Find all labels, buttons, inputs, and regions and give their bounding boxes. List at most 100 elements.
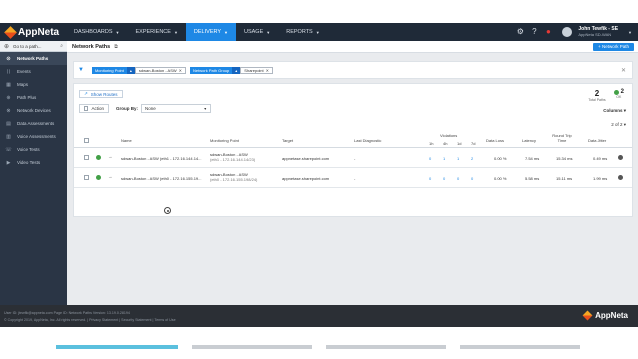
path-search[interactable]: ⊕ Go to a path... ⌕ bbox=[0, 41, 67, 52]
close-icon[interactable]: ✕ bbox=[179, 68, 182, 73]
violations-4h[interactable]: 0 bbox=[443, 176, 445, 181]
filter-key: Network Path Group bbox=[190, 66, 233, 74]
more-options-icon[interactable] bbox=[618, 155, 623, 160]
footer-copyright: © Copyright 2019, AppNeta, Inc. All righ… bbox=[4, 318, 176, 322]
violations-7d[interactable]: 0 bbox=[471, 176, 473, 181]
col-data-jitter[interactable]: Data Jitter bbox=[588, 138, 606, 143]
table-header: Name Monitoring Point Target Last Diagno… bbox=[74, 132, 632, 148]
path-icon: ⊕ bbox=[4, 43, 10, 50]
violations-4h[interactable]: 1 bbox=[443, 156, 445, 161]
progress-segment[interactable] bbox=[192, 345, 312, 349]
col-violations-4h[interactable]: 4h bbox=[443, 141, 447, 146]
show-routes-button[interactable]: ↗ Show Routes bbox=[79, 90, 123, 98]
col-violations-1d[interactable]: 1d bbox=[457, 141, 461, 146]
col-data-loss[interactable]: Data Loss bbox=[486, 138, 504, 143]
nav-experience-label: EXPERIENCE bbox=[135, 29, 171, 35]
violations-1h[interactable]: 0 bbox=[429, 156, 431, 161]
nav-experience[interactable]: EXPERIENCE ▼ bbox=[127, 23, 185, 41]
path-name[interactable]: sdwan-Boston - ASW (eth1 - 172.16.144.14… bbox=[121, 156, 202, 161]
more-options-icon[interactable] bbox=[618, 175, 623, 180]
chevron-down-icon: ▼ bbox=[173, 29, 178, 35]
violations-1d[interactable]: 0 bbox=[457, 176, 459, 181]
filter-icon[interactable]: ▼ bbox=[78, 67, 84, 73]
sidebar-item-label: Voice Assessments bbox=[17, 134, 56, 139]
col-target[interactable]: Target bbox=[282, 138, 293, 143]
target: appnetase.sharepoint.com bbox=[282, 176, 330, 181]
row-checkbox[interactable] bbox=[84, 175, 89, 180]
filter-key: Monitoring Point bbox=[91, 66, 127, 74]
nav-delivery[interactable]: DELIVERY ▼ bbox=[185, 23, 236, 41]
mp-interface: (eth1 - 172.16.144.14/23) bbox=[210, 157, 256, 162]
gear-icon[interactable]: ⚙ bbox=[516, 28, 524, 36]
sidebar-item-network-paths[interactable]: ⊙ Network Paths bbox=[0, 52, 67, 65]
ok-paths[interactable]: 2 OK bbox=[613, 89, 624, 102]
sidebar: ⊕ Go to a path... ⌕ ⊙ Network Paths ⟨⟩ Eve… bbox=[0, 41, 67, 305]
alert-icon[interactable]: ● bbox=[544, 28, 552, 36]
sidebar-item-path-plus[interactable]: ⊕ Path Plus bbox=[0, 91, 67, 104]
violations-1d[interactable]: 1 bbox=[457, 156, 459, 161]
top-nav-bar: AppNeta DASHBOARDS ▼ EXPERIENCE ▼ DELIVERY… bbox=[0, 23, 638, 41]
nav-dashboards[interactable]: DASHBOARDS ▼ bbox=[66, 23, 127, 41]
col-violations-7d[interactable]: 7d bbox=[471, 141, 475, 146]
progress-segment[interactable] bbox=[460, 345, 580, 349]
user-menu[interactable]: John Tewfik - SE AppNeta SD-WAN bbox=[578, 26, 618, 38]
columns-menu[interactable]: Columns ▾ bbox=[603, 108, 626, 114]
filter-operator-icon[interactable]: ▴ bbox=[232, 66, 241, 74]
brand-logo[interactable]: AppNeta bbox=[0, 25, 66, 39]
chevron-down-icon: ▼ bbox=[266, 29, 271, 35]
select-all-checkbox[interactable] bbox=[84, 106, 89, 111]
close-icon[interactable]: ✕ bbox=[266, 68, 269, 73]
chevron-down-icon[interactable]: ▼ bbox=[628, 30, 632, 35]
group-by-value: None bbox=[145, 106, 156, 111]
violations-7d[interactable]: 2 bbox=[471, 156, 473, 161]
col-monitoring-point[interactable]: Monitoring Point bbox=[210, 138, 239, 143]
voice-tests-icon: ☏ bbox=[5, 146, 12, 153]
row-checkbox[interactable] bbox=[84, 155, 89, 160]
bookmark-icon[interactable]: ⧉ bbox=[114, 44, 118, 50]
footer-logo: AppNeta bbox=[582, 310, 628, 321]
total-paths: 2 Total Paths bbox=[588, 89, 605, 102]
new-network-path-button[interactable]: + Network Path bbox=[593, 42, 634, 51]
filter-value[interactable]: Sharepoint ✕ bbox=[240, 66, 274, 74]
col-name[interactable]: Name bbox=[121, 138, 132, 143]
table-row[interactable]: → sdwan-Boston - ASW (eth0 - 172.16.155.… bbox=[74, 168, 632, 188]
nav-reports[interactable]: REPORTS ▼ bbox=[278, 23, 327, 41]
sidebar-item-voice-tests[interactable]: ☏ Voice Tests bbox=[0, 143, 67, 156]
status-ok-icon bbox=[96, 175, 101, 180]
header-checkbox[interactable] bbox=[84, 138, 89, 143]
sidebar-item-data-assessments[interactable]: ▤ Data Assessments bbox=[0, 117, 67, 130]
sidebar-item-voice-assessments[interactable]: ▥ Voice Assessments bbox=[0, 130, 67, 143]
help-icon[interactable]: ? bbox=[530, 28, 538, 36]
nav-usage[interactable]: USAGE ▼ bbox=[236, 23, 278, 41]
col-violations-1h[interactable]: 1h bbox=[429, 141, 433, 146]
sidebar-item-network-devices[interactable]: ⊗ Network Devices bbox=[0, 104, 67, 117]
progress-segment-active[interactable] bbox=[56, 345, 178, 349]
sidebar-item-maps[interactable]: ▦ Maps bbox=[0, 78, 67, 91]
avatar[interactable] bbox=[562, 27, 573, 37]
path-name[interactable]: sdwan-Boston - ASW (eth0 - 172.16.155.19… bbox=[121, 176, 202, 181]
filter-operator-icon[interactable]: ▴ bbox=[126, 66, 135, 74]
target: appnetase.sharepoint.com bbox=[282, 156, 330, 161]
pager[interactable]: 2 of 2 ▾ bbox=[611, 122, 626, 128]
search-icon[interactable]: ⌕ bbox=[60, 43, 63, 49]
table-row[interactable]: → sdwan-Boston - ASW (eth1 - 172.16.144.… bbox=[74, 148, 632, 168]
violations-1h[interactable]: 0 bbox=[429, 176, 431, 181]
network-paths-icon: ⊙ bbox=[6, 55, 11, 62]
group-by-select[interactable]: None ▼ bbox=[141, 104, 211, 113]
progress-segment[interactable] bbox=[326, 345, 446, 349]
round-trip-time: 15.34 ms bbox=[556, 156, 573, 161]
sidebar-item-label: Data Assessments bbox=[17, 121, 55, 126]
video-tests-icon: ▶ bbox=[6, 159, 11, 166]
action-dropdown[interactable]: Action bbox=[79, 104, 109, 113]
filter-chip-monitoring-point[interactable]: Monitoring Point ▴ sdwan-Boston - ASW ✕ bbox=[91, 66, 187, 74]
sidebar-item-events[interactable]: ⟨⟩ Events bbox=[0, 65, 67, 78]
filter-value[interactable]: sdwan-Boston - ASW ✕ bbox=[134, 66, 187, 74]
col-last-diagnostic[interactable]: Last Diagnostic bbox=[354, 138, 381, 143]
clear-filters-icon[interactable]: ✕ bbox=[621, 67, 626, 74]
col-latency[interactable]: Latency bbox=[522, 138, 536, 143]
filter-chip-network-path-group[interactable]: Network Path Group ▴ Sharepoint ✕ bbox=[190, 66, 274, 74]
page-title: Network Paths bbox=[72, 43, 111, 50]
col-round-trip-time[interactable]: Round Trip Time bbox=[550, 133, 574, 143]
sidebar-item-video-tests[interactable]: ▶ Video Tests bbox=[0, 156, 67, 169]
ok-status-icon bbox=[613, 89, 619, 95]
